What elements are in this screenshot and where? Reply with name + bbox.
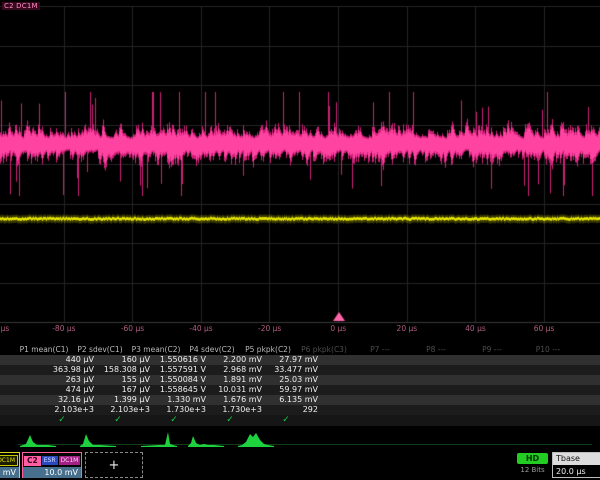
- timebase-label: Tbase: [553, 453, 600, 465]
- measure-row-mean: 363.98 µV158.308 µV1.557591 V2.968 mV33.…: [0, 365, 600, 375]
- measure-value: 2.103e+3: [102, 405, 158, 415]
- measure-header[interactable]: P7 ---: [352, 344, 408, 355]
- measure-value: 1.399 µV: [102, 395, 158, 405]
- c2-coupling-badge: DC1M: [59, 456, 81, 465]
- c2-label: C2: [24, 456, 41, 466]
- c2-esr-badge: ESR: [42, 456, 58, 465]
- waveform-grid[interactable]: [0, 0, 600, 336]
- oscilloscope-screen: C2 DC1M -100 µs-80 µs-60 µs-40 µs-20 µs0…: [0, 0, 600, 480]
- measure-header-row: P1 mean(C1)P2 sdev(C1)P3 mean(C2)P4 sdev…: [0, 344, 600, 355]
- measure-row-num: 2.103e+32.103e+31.730e+31.730e+3292: [0, 405, 600, 415]
- status-check-icon: ✓: [34, 415, 90, 426]
- histicon-p2[interactable]: [80, 430, 116, 448]
- c2-scale-value: 10.0 mV: [23, 467, 81, 478]
- measure-value: 474 µV: [46, 385, 102, 395]
- measure-row-value: 440 µV160 µV1.550616 V2.200 mV27.97 mV: [0, 355, 600, 365]
- measure-value: 32.16 µV: [46, 395, 102, 405]
- channel-c2-descriptor[interactable]: C2 ESR DC1M 10.0 mV: [22, 452, 82, 478]
- histicon-p3[interactable]: [141, 430, 177, 448]
- timebase-panel[interactable]: Tbase 20.0 µs: [552, 452, 600, 478]
- measure-value: 440 µV: [46, 355, 102, 365]
- measure-value: 1.330 mV: [158, 395, 214, 405]
- measure-value: 160 µV: [102, 355, 158, 365]
- measure-header[interactable]: P1 mean(C1): [16, 344, 72, 355]
- histicon-row: [0, 430, 600, 450]
- plus-icon: +: [109, 458, 120, 473]
- x-axis-tick-label: 60 µs: [510, 324, 579, 333]
- measure-value: 59.97 mV: [270, 385, 326, 395]
- measure-value: 10.031 mV: [214, 385, 270, 395]
- measurement-table[interactable]: P1 mean(C1)P2 sdev(C1)P3 mean(C2)P4 sdev…: [0, 344, 600, 426]
- histicon-p4[interactable]: [188, 430, 224, 448]
- histicon-p5[interactable]: [238, 430, 274, 448]
- measure-value: 292: [270, 405, 326, 415]
- measure-value: 2.103e+3: [46, 405, 102, 415]
- add-trace-button[interactable]: +: [85, 452, 143, 478]
- measure-header[interactable]: P5 pkpk(C2): [240, 344, 296, 355]
- measure-value: 27.97 mV: [270, 355, 326, 365]
- x-axis-tick-label: -20 µs: [235, 324, 304, 333]
- measure-value: 263 µV: [46, 375, 102, 385]
- measure-row-min: 263 µV155 µV1.550084 V1.891 mV25.03 mV: [0, 375, 600, 385]
- status-check-icon: ✓: [202, 415, 258, 426]
- measure-value: 2.968 mV: [214, 365, 270, 375]
- measure-row-sdev: 32.16 µV1.399 µV1.330 mV1.676 mV6.135 mV: [0, 395, 600, 405]
- measure-header[interactable]: P4 sdev(C2): [184, 344, 240, 355]
- measure-header[interactable]: P9 ---: [464, 344, 520, 355]
- x-axis-tick-label: 0 µs: [304, 324, 373, 333]
- measure-value: 1.558645 V: [158, 385, 214, 395]
- trace-descriptor-badge: C2 DC1M: [2, 2, 40, 10]
- hd-mode-badge[interactable]: HD: [517, 453, 548, 464]
- x-axis-tick-label: 40 µs: [441, 324, 510, 333]
- measure-value: 1.676 mV: [214, 395, 270, 405]
- x-axis-tick-label: -80 µs: [30, 324, 99, 333]
- status-check-icon: ✓: [146, 415, 202, 426]
- c1-coupling-badge: DC1M: [0, 455, 18, 466]
- measure-value: 1.550616 V: [158, 355, 214, 365]
- measure-value: 25.03 mV: [270, 375, 326, 385]
- measure-header[interactable]: P10 ---: [520, 344, 576, 355]
- x-axis-tick-label: 20 µs: [373, 324, 442, 333]
- x-axis-tick-label: -100 µs: [0, 324, 30, 333]
- measure-value: 158.308 µV: [102, 365, 158, 375]
- measure-header[interactable]: P8 ---: [408, 344, 464, 355]
- measure-value: 33.477 mV: [270, 365, 326, 375]
- measure-status-row: ✓✓✓✓✓: [0, 415, 600, 426]
- measure-value: 1.550084 V: [158, 375, 214, 385]
- measure-value: 1.730e+3: [158, 405, 214, 415]
- timebase-value: 20.0 µs: [553, 465, 600, 478]
- measure-value: 6.135 mV: [270, 395, 326, 405]
- measure-value: 363.98 µV: [46, 365, 102, 375]
- measure-value: 155 µV: [102, 375, 158, 385]
- measure-value: 167 µV: [102, 385, 158, 395]
- x-axis-ticks: -100 µs-80 µs-60 µs-40 µs-20 µs0 µs20 µs…: [0, 324, 600, 333]
- hd-bits-label: 12 Bits: [512, 466, 553, 475]
- measure-value: 1.891 mV: [214, 375, 270, 385]
- measure-row-max: 474 µV167 µV1.558645 V10.031 mV59.97 mV: [0, 385, 600, 395]
- measure-value: 1.730e+3: [214, 405, 270, 415]
- channel-c1-descriptor[interactable]: DC1M 10.0 mV: [0, 452, 20, 478]
- status-check-icon: ✓: [258, 415, 314, 426]
- measure-value: 2.200 mV: [214, 355, 270, 365]
- x-axis-tick-label: -60 µs: [98, 324, 167, 333]
- measure-header[interactable]: P3 mean(C2): [128, 344, 184, 355]
- measure-value: 1.557591 V: [158, 365, 214, 375]
- histicon-p1[interactable]: [20, 430, 56, 448]
- status-check-icon: ✓: [90, 415, 146, 426]
- c1-scale-value: 10.0 mV: [0, 467, 19, 478]
- measure-header[interactable]: P6 pkpk(C3): [296, 344, 352, 355]
- measure-header[interactable]: P2 sdev(C1): [72, 344, 128, 355]
- x-axis-tick-label: -40 µs: [167, 324, 236, 333]
